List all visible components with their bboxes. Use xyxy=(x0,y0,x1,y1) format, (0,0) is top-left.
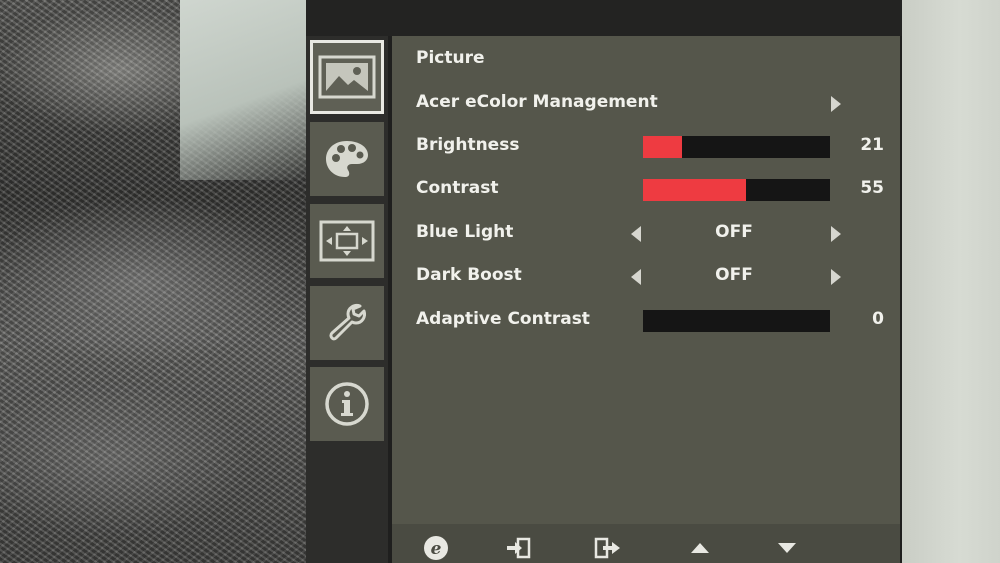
osd-top-strip xyxy=(306,0,902,36)
contrast-slider-fill xyxy=(643,179,746,201)
menu-item-label: Adaptive Contrast xyxy=(416,309,590,329)
brightness-value: 21 xyxy=(860,135,884,155)
chevron-left-icon[interactable] xyxy=(631,226,641,242)
chevron-right-icon[interactable] xyxy=(831,269,841,285)
dark-boost-value: OFF xyxy=(715,265,753,285)
menu-item-brightness[interactable]: Brightness 21 xyxy=(392,131,900,161)
screen-size-icon xyxy=(319,220,375,262)
up-button[interactable] xyxy=(682,536,718,560)
contrast-slider[interactable] xyxy=(643,179,830,201)
down-button[interactable] xyxy=(769,536,805,560)
ecolor-button-icon: e xyxy=(424,536,448,560)
chevron-right-icon[interactable] xyxy=(831,226,841,242)
picture-icon xyxy=(318,55,376,99)
brightness-slider-fill xyxy=(643,136,683,158)
menu-item-contrast[interactable]: Contrast 55 xyxy=(392,174,900,204)
menu-item-label: Brightness xyxy=(416,135,520,155)
menu-item-blue-light[interactable]: Blue Light OFF xyxy=(392,218,900,248)
ecolor-glyph: e xyxy=(431,539,442,559)
menu-item-ecolor-management[interactable]: Acer eColor Management xyxy=(392,88,900,118)
menu-item-label: Contrast xyxy=(416,178,499,198)
info-icon xyxy=(325,382,369,426)
menu-item-adaptive-contrast[interactable]: Adaptive Contrast 0 xyxy=(392,305,900,335)
background-wall xyxy=(180,0,310,180)
adaptive-contrast-value: 0 xyxy=(872,309,884,329)
brightness-slider[interactable] xyxy=(643,136,830,158)
wrench-icon xyxy=(329,304,366,341)
palette-icon xyxy=(326,141,368,177)
menu-item-label: Acer eColor Management xyxy=(416,92,658,112)
page-title: Picture xyxy=(416,48,485,68)
exit-icon xyxy=(594,537,620,559)
ecolor-button[interactable]: e xyxy=(418,536,454,560)
enter-icon xyxy=(507,537,531,559)
tab-picture[interactable] xyxy=(310,40,384,114)
tab-settings[interactable] xyxy=(310,286,384,360)
blue-light-value: OFF xyxy=(715,222,753,242)
enter-button[interactable] xyxy=(500,536,536,560)
tab-information[interactable] xyxy=(310,367,384,441)
exit-button[interactable] xyxy=(590,536,626,560)
chevron-left-icon[interactable] xyxy=(631,269,641,285)
contrast-value: 55 xyxy=(860,178,884,198)
background-right-wall xyxy=(900,0,1000,563)
tab-color[interactable] xyxy=(310,122,384,196)
down-arrow-icon xyxy=(778,543,796,553)
menu-item-label: Blue Light xyxy=(416,222,514,242)
chevron-right-icon xyxy=(831,96,841,112)
up-arrow-icon xyxy=(691,543,709,553)
menu-item-label: Dark Boost xyxy=(416,265,522,285)
menu-item-dark-boost[interactable]: Dark Boost OFF xyxy=(392,261,900,291)
osd-button-bar xyxy=(392,524,900,563)
adaptive-contrast-slider[interactable] xyxy=(643,310,830,332)
tab-display[interactable] xyxy=(310,204,384,278)
